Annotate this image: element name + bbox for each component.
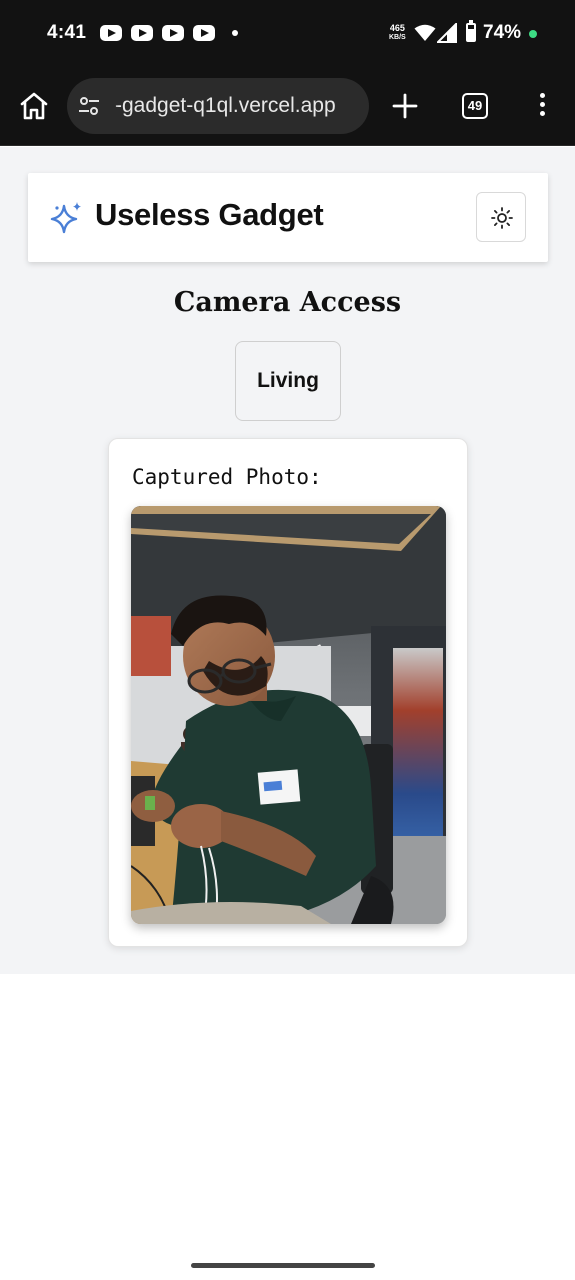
- network-speed-value: 465: [389, 23, 405, 33]
- sparkles-icon: [50, 202, 81, 234]
- captured-photo: [131, 506, 446, 924]
- tab-switcher-button[interactable]: 49: [462, 93, 488, 119]
- browser-toolbar: -gadget-q1ql.vercel.app 49: [0, 66, 575, 146]
- url-text: -gadget-q1ql.vercel.app: [115, 94, 336, 117]
- theme-toggle-button[interactable]: [476, 192, 526, 242]
- privacy-indicator-dot: [529, 30, 537, 38]
- page-heading: Camera Access: [173, 287, 402, 318]
- captured-photo-card: Captured Photo:: [108, 438, 468, 947]
- home-icon[interactable]: [18, 90, 50, 122]
- more-menu-icon[interactable]: [532, 93, 552, 121]
- youtube-icon: [162, 25, 184, 41]
- app-header: Useless Gadget: [28, 173, 548, 262]
- status-time: 4:41: [47, 22, 87, 43]
- more-notifications-dot-icon: [232, 30, 238, 36]
- network-speed: 465 KB/S: [389, 24, 406, 42]
- new-tab-icon[interactable]: [391, 92, 419, 120]
- web-page: Useless Gadget Camera Access Living Capt…: [0, 147, 575, 974]
- status-bar: 4:41 465 KB/S 74%: [0, 0, 575, 66]
- app-title: Useless Gadget: [95, 197, 324, 232]
- youtube-icon: [100, 25, 122, 41]
- wifi-icon: [414, 24, 436, 41]
- sun-icon: [491, 207, 513, 229]
- gesture-navigation-bar[interactable]: [191, 1263, 375, 1268]
- battery-percent: 74%: [483, 22, 522, 43]
- signal-icon: [437, 23, 457, 43]
- address-bar[interactable]: -gadget-q1ql.vercel.app: [67, 78, 369, 134]
- youtube-icon: [193, 25, 215, 41]
- youtube-icon: [131, 25, 153, 41]
- battery-icon: [466, 20, 476, 42]
- living-mode-button[interactable]: Living: [235, 341, 341, 421]
- photo-caption: Captured Photo:: [132, 465, 322, 489]
- site-settings-icon[interactable]: [78, 95, 100, 117]
- network-speed-unit: KB/S: [389, 34, 406, 41]
- url-fade: [107, 78, 119, 134]
